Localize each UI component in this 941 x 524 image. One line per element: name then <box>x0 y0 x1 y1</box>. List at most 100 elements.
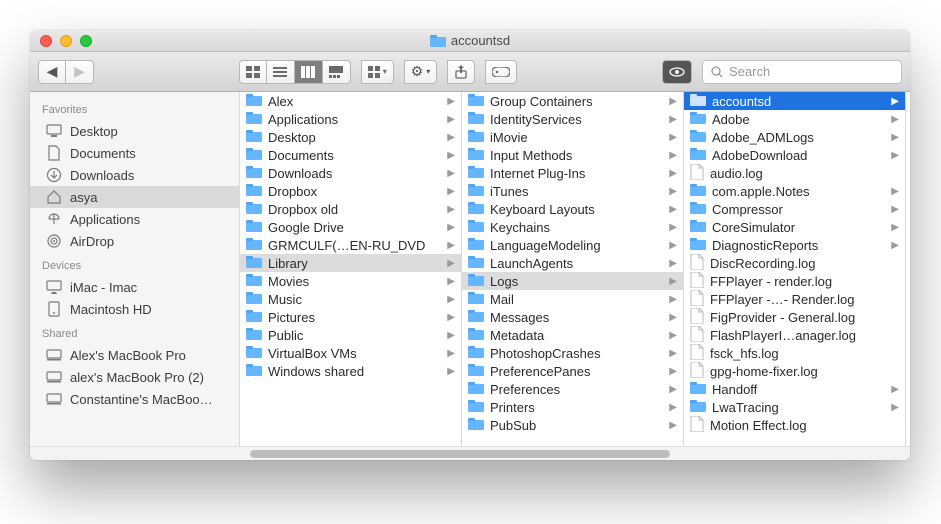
folder-row[interactable]: Keyboard Layouts▶ <box>462 200 683 218</box>
column-1[interactable]: Group Containers▶IdentityServices▶iMovie… <box>462 92 684 446</box>
folder-row[interactable]: Keychains▶ <box>462 218 683 236</box>
sidebar-item-imac-imac[interactable]: iMac - Imac <box>30 276 239 298</box>
column-0[interactable]: Alex▶Applications▶Desktop▶Documents▶Down… <box>240 92 462 446</box>
folder-row[interactable]: Adobe_ADMLogs▶ <box>684 128 905 146</box>
folder-row[interactable]: Documents▶ <box>240 146 461 164</box>
folder-row[interactable]: Input Methods▶ <box>462 146 683 164</box>
folder-row[interactable]: Handoff▶ <box>684 380 905 398</box>
scrollbar-thumb[interactable] <box>250 450 670 458</box>
column-2[interactable]: accountsd▶Adobe▶Adobe_ADMLogs▶AdobeDownl… <box>684 92 906 446</box>
folder-row[interactable]: Printers▶ <box>462 398 683 416</box>
sidebar-item-label: Applications <box>70 212 140 227</box>
folder-row[interactable]: Group Containers▶ <box>462 92 683 110</box>
folder-row[interactable]: Logs▶ <box>462 272 683 290</box>
folder-icon <box>246 291 262 308</box>
search-input[interactable]: Search <box>702 60 902 84</box>
share-button[interactable] <box>447 60 475 84</box>
file-row[interactable]: FFPlayer -…- Render.log <box>684 290 905 308</box>
folder-row[interactable]: IdentityServices▶ <box>462 110 683 128</box>
folder-row[interactable]: Downloads▶ <box>240 164 461 182</box>
file-row[interactable]: FFPlayer - render.log <box>684 272 905 290</box>
chevron-right-icon: ▶ <box>669 402 677 413</box>
horizontal-scrollbar[interactable] <box>30 446 910 460</box>
file-row[interactable]: gpg-home-fixer.log <box>684 362 905 380</box>
tags-button[interactable] <box>485 60 517 84</box>
file-row[interactable]: fsck_hfs.log <box>684 344 905 362</box>
folder-row[interactable]: Adobe▶ <box>684 110 905 128</box>
window-title: accountsd <box>30 33 910 48</box>
row-label: FFPlayer -…- Render.log <box>710 292 899 307</box>
sidebar-item-asya[interactable]: asya <box>30 186 239 208</box>
file-row[interactable]: FlashPlayerI…anager.log <box>684 326 905 344</box>
sidebar-item-documents[interactable]: Documents <box>30 142 239 164</box>
folder-row[interactable]: Windows shared▶ <box>240 362 461 380</box>
sidebar-item-applications[interactable]: Applications <box>30 208 239 230</box>
back-button[interactable]: ◀ <box>38 60 66 84</box>
folder-icon <box>468 381 484 398</box>
sidebar-item-alex-s-macbook-pro-2-[interactable]: alex's MacBook Pro (2) <box>30 366 239 388</box>
folder-row[interactable]: iTunes▶ <box>462 182 683 200</box>
folder-row[interactable]: GRMCULF(…EN-RU_DVD▶ <box>240 236 461 254</box>
folder-row[interactable]: Compressor▶ <box>684 200 905 218</box>
folder-row[interactable]: LwaTracing▶ <box>684 398 905 416</box>
folder-row[interactable]: CoreSimulator▶ <box>684 218 905 236</box>
folder-row[interactable]: DiagnosticReports▶ <box>684 236 905 254</box>
folder-row[interactable]: iMovie▶ <box>462 128 683 146</box>
folder-row[interactable]: Alex▶ <box>240 92 461 110</box>
folder-row[interactable]: accountsd▶ <box>684 92 905 110</box>
folder-row[interactable]: LaunchAgents▶ <box>462 254 683 272</box>
folder-row[interactable]: Music▶ <box>240 290 461 308</box>
sidebar-item-airdrop[interactable]: AirDrop <box>30 230 239 252</box>
folder-row[interactable]: PreferencePanes▶ <box>462 362 683 380</box>
sidebar-item-constantine-s-macboo-[interactable]: Constantine's MacBoo… <box>30 388 239 410</box>
folder-row[interactable]: Library▶ <box>240 254 461 272</box>
search-placeholder: Search <box>729 64 770 79</box>
file-icon <box>690 362 704 381</box>
folder-row[interactable]: Metadata▶ <box>462 326 683 344</box>
folder-row[interactable]: Movies▶ <box>240 272 461 290</box>
folder-row[interactable]: VirtualBox VMs▶ <box>240 344 461 362</box>
folder-row[interactable]: Google Drive▶ <box>240 218 461 236</box>
folder-icon <box>468 93 484 110</box>
view-columns-button[interactable] <box>295 60 323 84</box>
folder-row[interactable]: PubSub▶ <box>462 416 683 434</box>
folder-row[interactable]: Preferences▶ <box>462 380 683 398</box>
folder-row[interactable]: Applications▶ <box>240 110 461 128</box>
view-gallery-button[interactable] <box>323 60 351 84</box>
sidebar-item-label: Desktop <box>70 124 118 139</box>
file-row[interactable]: audio.log <box>684 164 905 182</box>
folder-row[interactable]: Desktop▶ <box>240 128 461 146</box>
folder-row[interactable]: PhotoshopCrashes▶ <box>462 344 683 362</box>
sidebar-item-desktop[interactable]: Desktop <box>30 120 239 142</box>
folder-row[interactable]: Dropbox▶ <box>240 182 461 200</box>
sidebar-item-alex-s-macbook-pro[interactable]: Alex's MacBook Pro <box>30 344 239 366</box>
folder-row[interactable]: Messages▶ <box>462 308 683 326</box>
chevron-right-icon: ▶ <box>669 330 677 341</box>
sidebar-section-header: Shared <box>30 320 239 344</box>
chevron-right-icon: ▶ <box>447 348 455 359</box>
view-icons-button[interactable] <box>239 60 267 84</box>
sidebar-item-label: Documents <box>70 146 136 161</box>
sidebar[interactable]: FavoritesDesktopDocumentsDownloadsasyaAp… <box>30 92 240 446</box>
quicklook-button[interactable] <box>662 60 692 84</box>
action-button[interactable]: ⚙▾ <box>404 60 438 84</box>
forward-button[interactable]: ▶ <box>66 60 94 84</box>
folder-row[interactable]: com.apple.Notes▶ <box>684 182 905 200</box>
folder-row[interactable]: Mail▶ <box>462 290 683 308</box>
folder-row[interactable]: Public▶ <box>240 326 461 344</box>
folder-row[interactable]: LanguageModeling▶ <box>462 236 683 254</box>
sidebar-item-downloads[interactable]: Downloads <box>30 164 239 186</box>
file-row[interactable]: FigProvider - General.log <box>684 308 905 326</box>
net-icon <box>46 347 62 363</box>
folder-row[interactable]: AdobeDownload▶ <box>684 146 905 164</box>
file-row[interactable]: Motion Effect.log <box>684 416 905 434</box>
sidebar-item-macintosh-hd[interactable]: Macintosh HD <box>30 298 239 320</box>
folder-row[interactable]: Pictures▶ <box>240 308 461 326</box>
folder-row[interactable]: Dropbox old▶ <box>240 200 461 218</box>
view-list-button[interactable] <box>267 60 295 84</box>
folder-row[interactable]: Internet Plug-Ins▶ <box>462 164 683 182</box>
sidebar-item-label: alex's MacBook Pro (2) <box>70 370 204 385</box>
file-row[interactable]: DiscRecording.log <box>684 254 905 272</box>
arrange-button[interactable]: ▾ <box>361 60 394 84</box>
row-label: Alex <box>268 94 441 109</box>
